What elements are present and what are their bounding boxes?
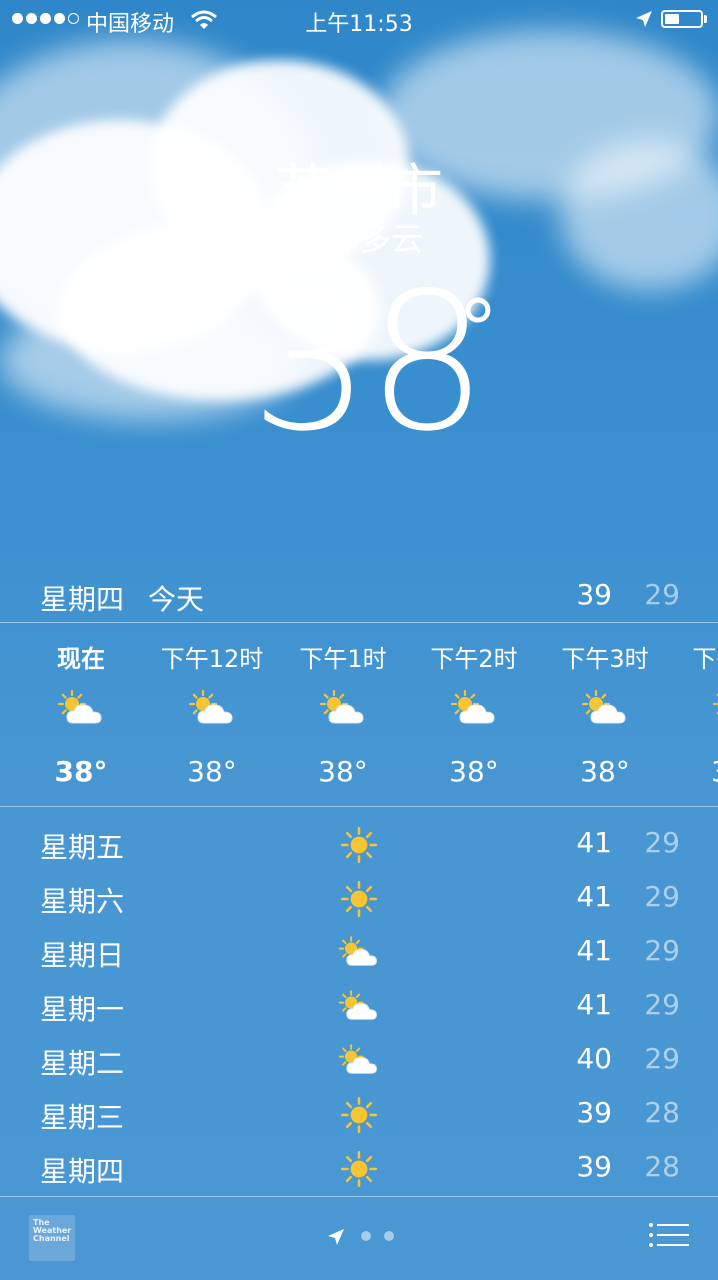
- daily-forecast-row: 星期二 40 29: [0, 1032, 718, 1086]
- sun-icon: [338, 1148, 380, 1194]
- city-list-icon[interactable]: [648, 1222, 690, 1250]
- hour-temperature: 38°: [580, 755, 630, 788]
- today-low: 29: [644, 578, 680, 611]
- day-high: 41: [576, 988, 612, 1021]
- day-high: 41: [576, 934, 612, 967]
- daily-forecast-row: 星期四 39 28: [0, 1140, 718, 1194]
- hour-temperature: 38°: [318, 755, 368, 788]
- divider: [0, 1196, 718, 1197]
- day-name: 星期一: [40, 993, 125, 1026]
- battery-tip: [704, 15, 707, 23]
- day-low: 29: [644, 826, 680, 859]
- day-name: 星期三: [40, 1101, 125, 1134]
- weather-channel-logo[interactable]: The Weather Channel: [29, 1215, 75, 1261]
- today-label: 今天: [148, 583, 205, 616]
- battery-icon: [661, 10, 703, 28]
- day-low: 28: [644, 1150, 680, 1183]
- day-low: 29: [644, 934, 680, 967]
- current-location-page-icon[interactable]: [326, 1227, 346, 1247]
- daily-forecast-row: 星期日 41 29: [0, 924, 718, 978]
- hour-label: 下午12时: [160, 645, 264, 673]
- hour-temperature: 38°: [449, 755, 499, 788]
- daily-forecast-row: 星期一 41 29: [0, 978, 718, 1032]
- day-low: 28: [644, 1096, 680, 1129]
- day-high: 41: [576, 826, 612, 859]
- sun-icon: [338, 878, 380, 924]
- partly-cloudy-icon: [712, 685, 718, 737]
- daily-forecast-row: 星期三 39 28: [0, 1086, 718, 1140]
- partly-cloudy-icon: [57, 685, 105, 737]
- day-low: 29: [644, 1042, 680, 1075]
- sun-icon: [338, 1094, 380, 1140]
- bottom-toolbar: The Weather Channel: [0, 1198, 718, 1280]
- logo-line: Channel: [33, 1234, 70, 1243]
- day-low: 29: [644, 988, 680, 1021]
- day-name: 星期四: [40, 1155, 125, 1188]
- partly-cloudy-icon: [338, 1040, 380, 1086]
- day-name: 星期日: [40, 939, 125, 972]
- partly-cloudy-icon: [319, 685, 367, 737]
- hour-label: 现在: [57, 645, 105, 673]
- page-dot[interactable]: [384, 1231, 394, 1241]
- today-summary-row: 星期四 今天 39 29: [0, 572, 718, 622]
- day-high: 39: [576, 1096, 612, 1129]
- partly-cloudy-icon: [338, 932, 380, 978]
- status-bar: 中国移动 上午11:53: [0, 0, 718, 40]
- page-dot[interactable]: [361, 1231, 371, 1241]
- current-temperature: 38: [250, 252, 488, 473]
- location-services-icon: [636, 11, 652, 27]
- daily-forecast-row: 星期五 41 29: [0, 816, 718, 870]
- daily-forecast-row: 星期六 41 29: [0, 870, 718, 924]
- partly-cloudy-icon: [338, 986, 380, 1032]
- partly-cloudy-icon: [188, 685, 236, 737]
- day-name: 星期五: [40, 831, 125, 864]
- degree-symbol: °: [458, 283, 498, 376]
- hour-temperature: 38°: [54, 755, 108, 788]
- today-high: 39: [576, 578, 612, 611]
- hour-label: 下午1时: [299, 645, 387, 673]
- day-name: 星期六: [40, 885, 125, 918]
- hour-temperature: 38°: [671, 755, 718, 788]
- partly-cloudy-icon: [581, 685, 629, 737]
- hour-label: 下午2时: [430, 645, 518, 673]
- clock: 上午11:53: [305, 12, 413, 37]
- partly-cloudy-icon: [450, 685, 498, 737]
- hour-temperature: 38°: [187, 755, 237, 788]
- hour-label: 下午4时: [692, 645, 718, 673]
- sun-icon: [338, 824, 380, 870]
- day-name: 星期二: [40, 1047, 125, 1080]
- hour-label: 下午3时: [561, 645, 649, 673]
- day-high: 41: [576, 880, 612, 913]
- today-weekday: 星期四: [40, 583, 125, 616]
- hourly-forecast[interactable]: 现在 38° 下午12时 38° 下午1时 38° 下午2时 38° 下午3时 …: [0, 623, 718, 806]
- day-high: 40: [576, 1042, 612, 1075]
- divider: [0, 806, 718, 807]
- day-low: 29: [644, 880, 680, 913]
- day-high: 39: [576, 1150, 612, 1183]
